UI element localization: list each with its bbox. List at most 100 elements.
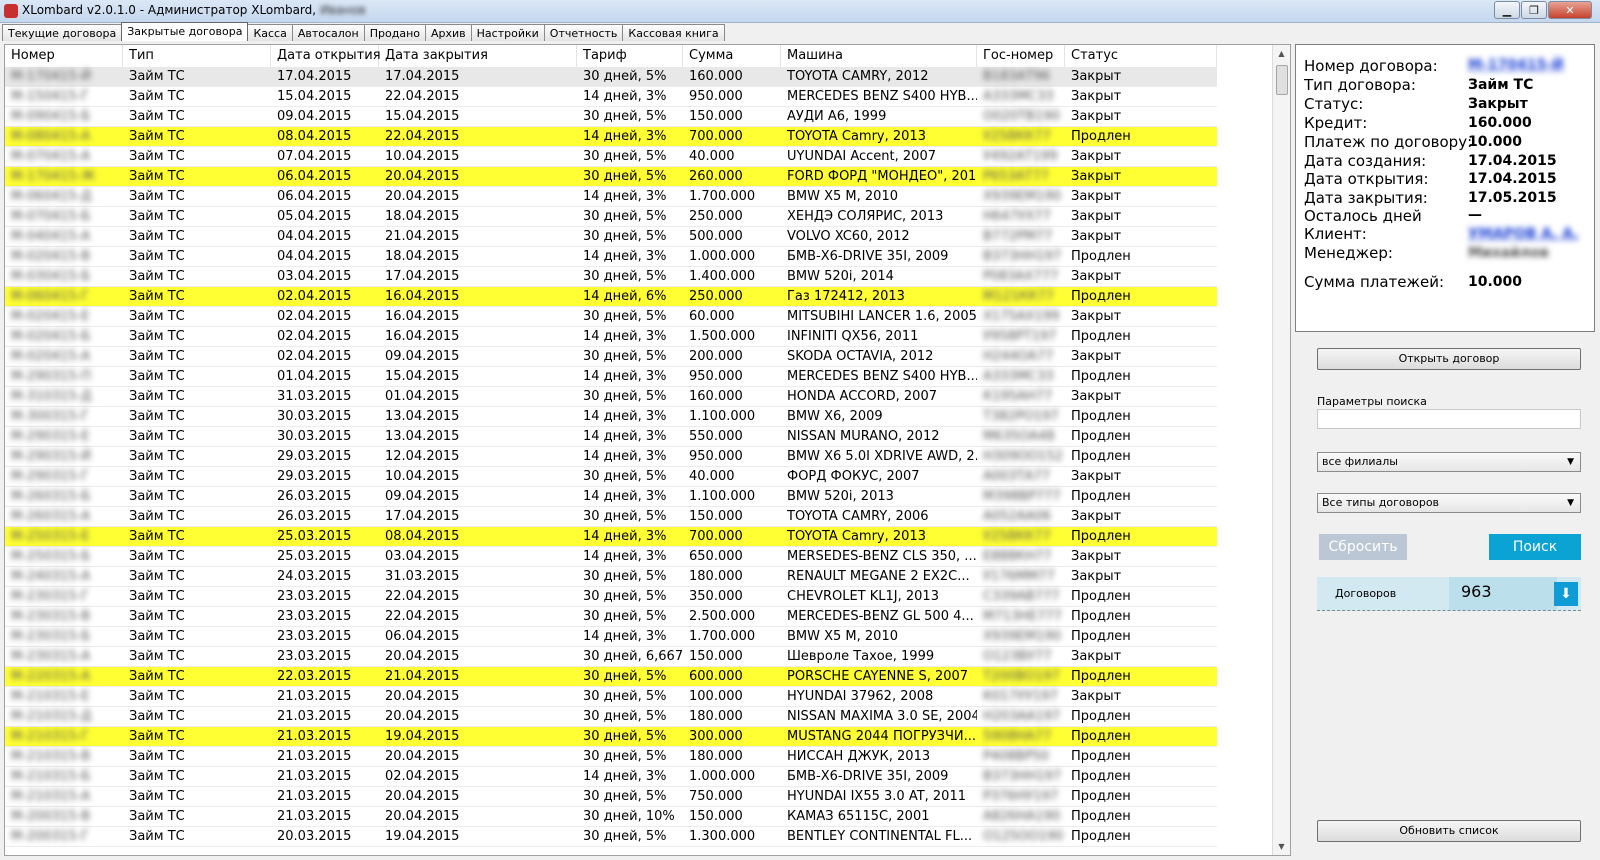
- client-value[interactable]: УМАРОВ А. А.: [1468, 226, 1578, 242]
- table-row[interactable]: М-090415-Б Займ ТС 09.04.2015 15.04.2015 30 …: [5, 107, 1217, 127]
- table-row[interactable]: М-230315-А Займ ТС 23.03.2015 20.04.2015 30 …: [5, 647, 1217, 667]
- column-header[interactable]: Дата открытия: [271, 45, 381, 67]
- table-row[interactable]: М-060415-Д Займ ТС 06.04.2015 20.04.2015 14 …: [5, 187, 1217, 207]
- tab-3[interactable]: Автосалон: [291, 24, 365, 41]
- table-cell: Продлен: [1071, 529, 1131, 544]
- table-row[interactable]: М-170415-Ж Займ ТС 06.04.2015 20.04.2015 30 …: [5, 167, 1217, 187]
- table-row[interactable]: М-250315-Б Займ ТС 25.03.2015 03.04.2015 14 …: [5, 547, 1217, 567]
- table-row[interactable]: М-290315-Й Займ ТС 29.03.2015 12.04.2015 14 …: [5, 447, 1217, 467]
- table-cell: 700.000: [689, 129, 743, 144]
- table-cell: 600.000: [689, 669, 743, 684]
- scroll-thumb[interactable]: [1276, 65, 1288, 95]
- table-row[interactable]: М-230315-В Займ ТС 23.03.2015 22.04.2015 30 …: [5, 607, 1217, 627]
- table-row[interactable]: М-210315-А Займ ТС 21.03.2015 20.04.2015 30 …: [5, 787, 1217, 807]
- column-header[interactable]: Дата закрытия: [379, 45, 577, 67]
- table-cell: Газ 172412, 2013: [787, 289, 905, 304]
- table-row[interactable]: М-220315-А Займ ТС 22.03.2015 21.04.2015 30 …: [5, 667, 1217, 687]
- table-row[interactable]: М-060415-Г Займ ТС 02.04.2015 16.04.2015 14 …: [5, 287, 1217, 307]
- search-button[interactable]: Поиск: [1489, 534, 1581, 560]
- table-row[interactable]: М-290315-Г Займ ТС 29.03.2015 10.04.2015 30 …: [5, 467, 1217, 487]
- table-cell: 06.04.2015: [277, 189, 352, 204]
- table-cell: Займ ТС: [129, 389, 185, 404]
- table-row[interactable]: М-070415-Б Займ ТС 05.04.2015 18.04.2015 30 …: [5, 207, 1217, 227]
- table-cell: У176ММ77: [983, 569, 1055, 584]
- table-row[interactable]: М-230315-Б Займ ТС 23.03.2015 06.04.2015 14 …: [5, 627, 1217, 647]
- table-cell: 09.04.2015: [385, 349, 460, 364]
- table-row[interactable]: М-200315-В Займ ТС 21.03.2015 20.04.2015 30 …: [5, 807, 1217, 827]
- table-row[interactable]: М-020415-В Займ ТС 04.04.2015 18.04.2015 14 …: [5, 247, 1217, 267]
- table-row[interactable]: М-210315-В Займ ТС 21.03.2015 20.04.2015 30 …: [5, 747, 1217, 767]
- table-cell: 30 дней, 5%: [583, 109, 667, 124]
- download-icon[interactable]: ⬇: [1554, 582, 1578, 606]
- refresh-list-button[interactable]: Обновить список: [1317, 820, 1581, 842]
- tab-1[interactable]: Закрытые договора: [121, 22, 249, 41]
- contract-type-select[interactable]: Все типы договоров ▼: [1317, 493, 1581, 513]
- scroll-down-icon[interactable]: ▼: [1273, 838, 1290, 855]
- table-row[interactable]: М-210315-Е Займ ТС 21.03.2015 20.04.2015 30 …: [5, 687, 1217, 707]
- table-cell: 14 дней, 3%: [583, 549, 667, 564]
- table-row[interactable]: М-020415-Е Займ ТС 02.04.2015 16.04.2015 30 …: [5, 307, 1217, 327]
- column-header[interactable]: Гос-номер: [977, 45, 1065, 67]
- tab-8[interactable]: Кассовая книга: [622, 24, 725, 41]
- tab-4[interactable]: Продано: [363, 24, 426, 41]
- table-row[interactable]: М-260315-А Займ ТС 26.03.2015 17.04.2015 30 …: [5, 507, 1217, 527]
- table-row[interactable]: М-210315-Б Займ ТС 21.03.2015 02.04.2015 14 …: [5, 767, 1217, 787]
- scroll-up-icon[interactable]: ▲: [1273, 45, 1290, 62]
- contracts-grid[interactable]: Номер Тип Дата открытия Дата закрытия Тариф С…: [4, 44, 1291, 856]
- table-cell: 15.04.2015: [385, 109, 460, 124]
- tab-7[interactable]: Отчетность: [543, 24, 624, 41]
- table-row[interactable]: М-020415-Б Займ ТС 02.04.2015 16.04.2015 14 …: [5, 327, 1217, 347]
- column-header[interactable]: Тип: [123, 45, 271, 67]
- table-row[interactable]: М-150415-Г Займ ТС 15.04.2015 22.04.2015 14 …: [5, 87, 1217, 107]
- maximize-icon[interactable]: ❐: [1521, 1, 1547, 19]
- table-row[interactable]: М-080415-А Займ ТС 08.04.2015 22.04.2015 14 …: [5, 127, 1217, 147]
- table-cell: В373НН197: [983, 769, 1062, 784]
- minimize-icon[interactable]: ▁: [1494, 1, 1520, 19]
- label-contract-type: Тип договора:: [1304, 76, 1416, 94]
- open-contract-button[interactable]: Открыть договор: [1317, 348, 1581, 370]
- column-header[interactable]: Сумма: [683, 45, 781, 67]
- table-cell: М-230315-А: [11, 649, 91, 664]
- search-input[interactable]: [1317, 409, 1581, 429]
- table-row[interactable]: М-250315-Е Займ ТС 25.03.2015 08.04.2015 14 …: [5, 527, 1217, 547]
- column-header[interactable]: Тариф: [577, 45, 683, 67]
- table-row[interactable]: М-200315-Г Займ ТС 20.03.2015 19.04.2015 30 …: [5, 827, 1217, 847]
- table-cell: Займ ТС: [129, 729, 185, 744]
- table-row[interactable]: М-070415-А Займ ТС 07.04.2015 10.04.2015 30 …: [5, 147, 1217, 167]
- table-row[interactable]: М-260315-Б Займ ТС 26.03.2015 09.04.2015 14 …: [5, 487, 1217, 507]
- table-row[interactable]: М-300315-Г Займ ТС 30.03.2015 13.04.2015 14 …: [5, 407, 1217, 427]
- contract-number-value[interactable]: М-170415-Й: [1468, 57, 1564, 73]
- table-cell: 160.000: [689, 69, 743, 84]
- column-header[interactable]: Номер: [5, 45, 123, 67]
- table-cell: В373НН197: [983, 249, 1062, 264]
- table-row[interactable]: М-240315-А Займ ТС 24.03.2015 31.03.2015 30 …: [5, 567, 1217, 587]
- table-row[interactable]: М-210315-Г Займ ТС 21.03.2015 19.04.2015 30 …: [5, 727, 1217, 747]
- reset-button[interactable]: Сбросить: [1319, 534, 1407, 560]
- table-row[interactable]: М-310315-Д Займ ТС 31.03.2015 01.04.2015 30 …: [5, 387, 1217, 407]
- table-row[interactable]: М-170415-Й Займ ТС 17.04.2015 17.04.2015 30 …: [5, 67, 1217, 87]
- tab-2[interactable]: Касса: [247, 24, 293, 41]
- table-cell: 17.04.2015: [277, 69, 352, 84]
- table-cell: 01.04.2015: [277, 369, 352, 384]
- table-cell: В183АТ96: [983, 69, 1051, 84]
- table-row[interactable]: М-030415-Б Займ ТС 03.04.2015 17.04.2015 30 …: [5, 267, 1217, 287]
- column-header[interactable]: Статус: [1065, 45, 1217, 67]
- table-cell: 30 дней, 5%: [583, 269, 667, 284]
- table-row[interactable]: М-230315-Г Займ ТС 23.03.2015 22.04.2015 30 …: [5, 587, 1217, 607]
- branch-select[interactable]: все филиалы ▼: [1317, 452, 1581, 472]
- table-row[interactable]: М-020415-А Займ ТС 02.04.2015 09.04.2015 30 …: [5, 347, 1217, 367]
- close-icon[interactable]: ✕: [1548, 1, 1592, 19]
- vertical-scrollbar[interactable]: ▲ ▼: [1272, 45, 1290, 855]
- table-row[interactable]: М-290315-П Займ ТС 01.04.2015 15.04.2015 14 …: [5, 367, 1217, 387]
- tab-6[interactable]: Настройки: [470, 24, 545, 41]
- table-row[interactable]: М-040415-А Займ ТС 04.04.2015 21.04.2015 30 …: [5, 227, 1217, 247]
- tab-5[interactable]: Архив: [425, 24, 472, 41]
- label-created: Дата создания:: [1304, 152, 1427, 170]
- table-cell: Займ ТС: [129, 489, 185, 504]
- tab-0[interactable]: Текущие договора: [2, 24, 123, 41]
- table-row[interactable]: М-210315-Д Займ ТС 21.03.2015 20.04.2015 30 …: [5, 707, 1217, 727]
- table-cell: 14 дней, 3%: [583, 769, 667, 784]
- table-row[interactable]: М-290315-Е Займ ТС 30.03.2015 13.04.2015 14 …: [5, 427, 1217, 447]
- column-header[interactable]: Машина: [781, 45, 977, 67]
- table-cell: 02.04.2015: [277, 329, 352, 344]
